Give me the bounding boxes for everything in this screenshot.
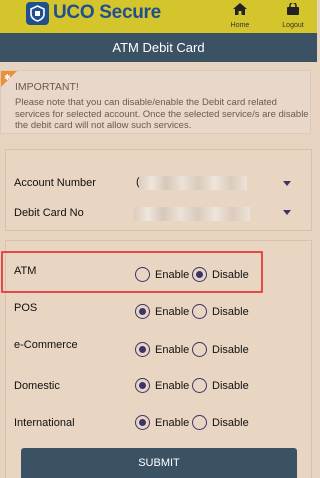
domestic-disable-radio[interactable] [192,378,207,393]
account-number-label: Account Number [14,177,96,189]
svg-text:✱: ✱ [4,73,11,82]
ecommerce-enable-radio[interactable] [135,342,150,357]
logo-text: UCO Secure [53,2,161,23]
service-row-ecommerce: e-Commerce Enable Disable [6,335,313,365]
international-disable-radio[interactable] [192,415,207,430]
enable-label: Enable [155,306,190,318]
home-button[interactable]: Home [220,0,260,33]
enable-label: Enable [155,380,190,392]
debit-card-label: Debit Card No [14,207,84,219]
disable-label: Disable [212,380,249,392]
pos-disable-radio[interactable] [192,304,207,319]
service-label: POS [14,302,38,314]
disable-label: Disable [212,306,249,318]
enable-label: Enable [155,417,190,429]
chevron-down-icon [283,210,291,215]
submit-button[interactable]: SUBMIT [21,448,297,478]
page-title: ATM Debit Card [0,33,317,62]
service-label: Domestic [14,380,60,392]
pos-enable-radio[interactable] [135,304,150,319]
domestic-enable-radio[interactable] [135,378,150,393]
account-panel: Account Number ( Debit Card No [5,149,312,231]
disable-label: Disable [212,344,249,356]
service-row-domestic: Domestic Enable Disable [6,371,313,401]
service-label: International [14,417,75,429]
important-notice: ✱ IMPORTANT! Please note that you can di… [0,70,311,134]
uco-logo-icon [26,1,49,25]
atm-highlight-box [1,251,263,293]
home-label: Home [230,22,250,29]
masked-debit-card-number [134,207,250,221]
logout-label: Logout [282,22,304,29]
ecommerce-disable-radio[interactable] [192,342,207,357]
logo: UCO Secure [26,0,161,26]
service-label: e-Commerce [14,339,78,351]
app-root: UCO Secure Home Logout ATM Debit Card ✱ … [0,0,317,478]
service-row-international: International Enable Disable [6,408,313,438]
top-header: UCO Secure Home Logout [0,0,317,33]
logout-button[interactable]: Logout [273,0,313,33]
notice-title: IMPORTANT! [15,81,79,93]
home-icon [233,2,247,20]
enable-label: Enable [155,344,190,356]
masked-account-number [139,176,247,190]
international-enable-radio[interactable] [135,415,150,430]
service-row-pos: POS Enable Disable [6,298,313,328]
disable-label: Disable [212,417,249,429]
logout-icon [287,1,299,20]
chevron-down-icon [283,181,291,186]
notice-body: Please note that you can disable/enable … [15,97,309,131]
